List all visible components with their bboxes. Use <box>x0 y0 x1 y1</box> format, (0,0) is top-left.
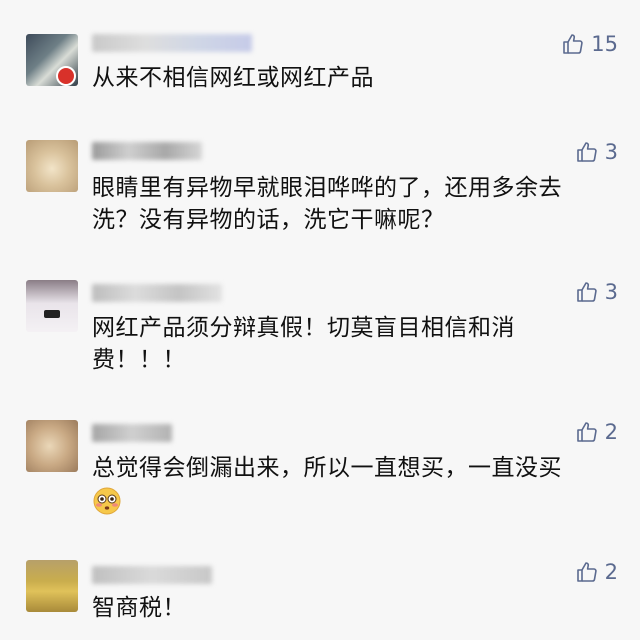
comment-text: 眼睛里有异物早就眼泪哗哗的了，还用多余去 洗？没有异物的话，洗它干嘛呢？ <box>92 172 592 236</box>
flushed-face-emoji <box>93 487 121 515</box>
avatar[interactable] <box>26 420 78 472</box>
thumbs-up-icon <box>576 282 597 302</box>
comment-text: 智商税！ <box>92 592 592 624</box>
like-button[interactable]: 3 <box>575 138 618 166</box>
comment-text-line: 洗？没有异物的话，洗它干嘛呢？ <box>92 207 445 233</box>
like-button[interactable]: 3 <box>575 278 618 306</box>
like-count: 3 <box>604 280 618 304</box>
like-button[interactable]: 15 <box>561 30 618 58</box>
like-count: 2 <box>604 560 618 584</box>
like-button[interactable]: 2 <box>575 558 618 586</box>
thumbs-up-icon <box>563 34 583 54</box>
username-blurred[interactable] <box>92 566 212 584</box>
avatar[interactable] <box>26 140 78 192</box>
avatar[interactable] <box>26 280 78 332</box>
comment-text-line: 费！！！ <box>92 347 186 373</box>
like-count: 3 <box>604 140 618 164</box>
like-count: 2 <box>604 420 618 444</box>
comment-text-line: 从来不相信网红或网红产品 <box>92 65 374 91</box>
comment-text: 总觉得会倒漏出来，所以一直想买，一直没买 <box>92 452 592 484</box>
username-blurred[interactable] <box>92 34 252 52</box>
comment-text-line: 网红产品须分辩真假！切莫盲目相信和消 <box>92 315 515 341</box>
avatar[interactable] <box>26 560 78 612</box>
username-blurred[interactable] <box>92 284 222 302</box>
username-blurred[interactable] <box>92 142 202 160</box>
like-button[interactable]: 2 <box>575 418 618 446</box>
comment-text-line: 智商税！ <box>92 595 186 621</box>
like-count: 15 <box>591 32 618 56</box>
comment-text: 从来不相信网红或网红产品 <box>92 62 592 94</box>
comment-text-line: 眼睛里有异物早就眼泪哗哗的了，还用多余去 <box>92 175 562 201</box>
thumbs-up-icon <box>576 422 597 442</box>
avatar[interactable] <box>26 34 78 86</box>
thumbs-up-icon <box>576 562 597 582</box>
comment-text-line: 总觉得会倒漏出来，所以一直想买，一直没买 <box>92 455 562 481</box>
comment-text: 网红产品须分辩真假！切莫盲目相信和消 费！！！ <box>92 312 592 376</box>
thumbs-up-icon <box>576 142 597 162</box>
username-blurred[interactable] <box>92 424 172 442</box>
